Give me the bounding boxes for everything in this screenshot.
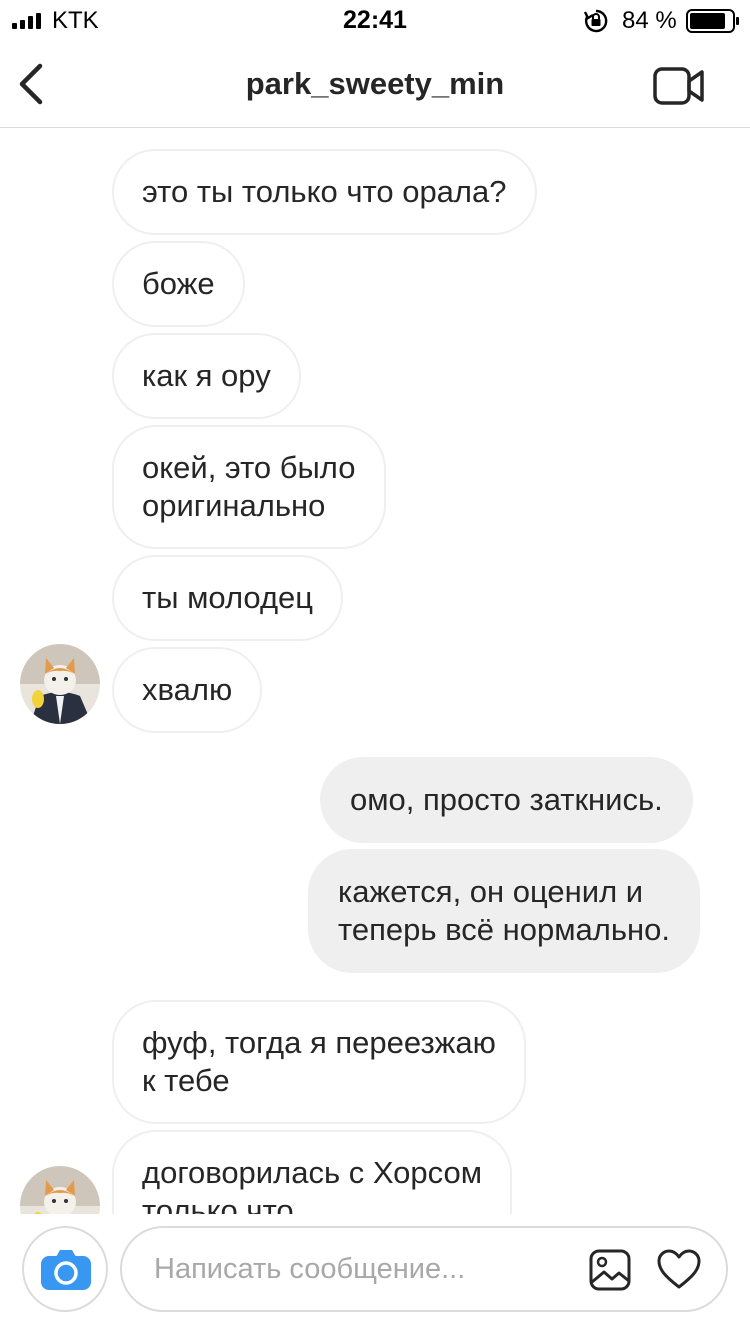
message-line: оригинально [142, 488, 326, 523]
message-line: окей, это было [142, 450, 356, 485]
battery-percentage: 84 % [622, 7, 677, 34]
message-bubble-incoming[interactable]: боже [112, 241, 245, 327]
message-line: только что [142, 1193, 294, 1214]
message-bubble-incoming[interactable]: договорилась с Хорсом только что [112, 1130, 513, 1214]
message-line: договорилась с Хорсом [142, 1155, 483, 1190]
message-input[interactable] [154, 1246, 574, 1292]
battery-icon [686, 9, 739, 33]
message-bubble-incoming[interactable]: хвалю [112, 647, 263, 733]
status-bar: KTK 22:41 84 % [0, 0, 750, 40]
cat-avatar[interactable] [20, 1166, 100, 1214]
heart-icon[interactable] [656, 1248, 702, 1290]
message-bubble-outgoing[interactable]: омо, просто заткнись. [320, 757, 693, 843]
message-thread[interactable]: это ты только что орала? боже как я ору … [0, 129, 750, 1214]
rotation-lock-icon [583, 9, 608, 33]
video-camera-icon[interactable] [652, 64, 706, 108]
message-line: теперь всё нормально. [338, 912, 670, 947]
camera-icon [41, 1250, 91, 1290]
chat-header: park_sweety_min [0, 40, 750, 128]
cat-icon [20, 644, 100, 724]
message-input-container [120, 1226, 728, 1312]
message-composer [0, 1214, 750, 1334]
message-bubble-incoming[interactable]: ты молодец [112, 555, 344, 641]
message-line: кажется, он оценил и [338, 874, 644, 909]
message-bubble-outgoing[interactable]: кажется, он оценил и теперь всё нормальн… [308, 849, 700, 973]
camera-button[interactable] [22, 1226, 108, 1312]
message-bubble-incoming[interactable]: фуф, тогда я переезжаю к тебе [112, 1000, 526, 1124]
cat-icon [20, 1166, 100, 1214]
message-bubble-incoming[interactable]: это ты только что орала? [112, 149, 537, 235]
cat-avatar[interactable] [20, 644, 100, 724]
gallery-icon[interactable] [588, 1248, 632, 1292]
message-line: к тебе [142, 1063, 230, 1098]
message-line: фуф, тогда я переезжаю [142, 1025, 496, 1060]
message-bubble-incoming[interactable]: как я ору [112, 333, 301, 419]
message-bubble-incoming[interactable]: окей, это было оригинально [112, 425, 386, 549]
chat-title[interactable]: park_sweety_min [0, 66, 750, 102]
